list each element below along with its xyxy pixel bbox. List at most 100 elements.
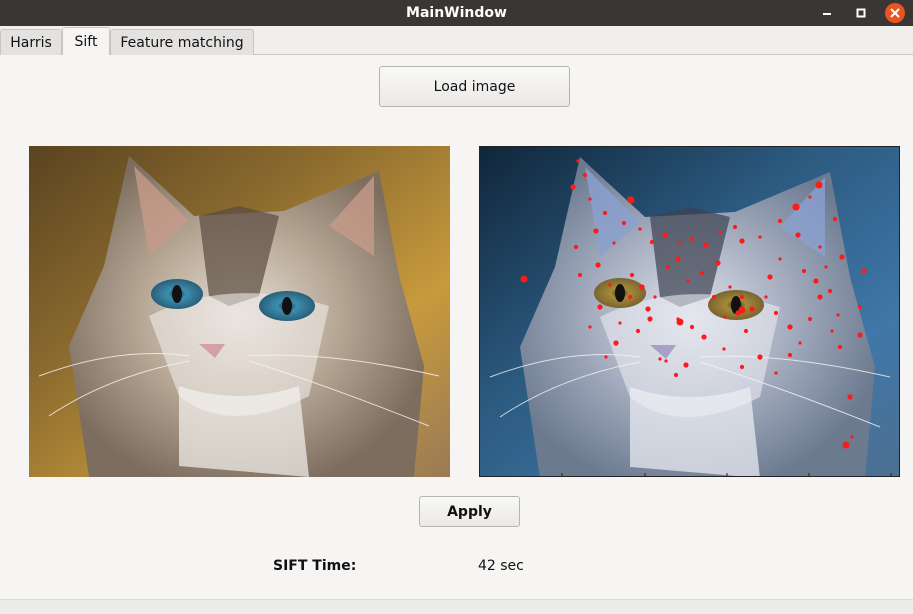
keypoint-dot bbox=[649, 239, 655, 245]
keypoint-dot bbox=[787, 324, 793, 330]
keypoint-dot bbox=[715, 260, 721, 266]
keypoint-dot bbox=[738, 306, 746, 314]
keypoint-dot bbox=[722, 347, 726, 351]
keypoint-dot bbox=[638, 227, 642, 231]
keypoint-dot bbox=[739, 294, 745, 300]
keypoint-dot bbox=[673, 372, 679, 378]
window-titlebar: MainWindow bbox=[0, 0, 913, 26]
window-title: MainWindow bbox=[406, 5, 507, 21]
keypoint-dot bbox=[818, 245, 822, 249]
keypoint-dot bbox=[612, 241, 616, 245]
keypoint-dot bbox=[703, 242, 709, 248]
close-icon bbox=[890, 8, 900, 18]
keypoint-dot bbox=[689, 324, 695, 330]
keypoint-dot bbox=[689, 236, 695, 242]
keypoint-dot bbox=[842, 441, 850, 449]
keypoint-dot bbox=[839, 254, 845, 260]
keypoint-dot bbox=[686, 279, 690, 283]
keypoint-dot bbox=[777, 218, 783, 224]
keypoint-dot bbox=[645, 306, 651, 312]
keypoint-dot bbox=[795, 232, 801, 238]
keypoint-dot bbox=[847, 394, 853, 400]
tab-content-sift: Load image Apply SIFT Time: 42 sec bbox=[0, 55, 913, 599]
keypoint-dot bbox=[832, 216, 838, 222]
keypoint-dot bbox=[857, 332, 863, 338]
keypoint-dot bbox=[665, 264, 671, 270]
keypoint-dot bbox=[764, 295, 768, 299]
keypoint-dot bbox=[699, 270, 705, 276]
keypoint-dot bbox=[608, 283, 612, 287]
keypoint-dot bbox=[815, 181, 823, 189]
tab-feature-matching[interactable]: Feature matching bbox=[110, 29, 254, 55]
keypoint-dot bbox=[861, 268, 867, 274]
keypoint-dot bbox=[728, 285, 732, 289]
close-button[interactable] bbox=[885, 3, 905, 23]
keypoint-dot bbox=[739, 238, 745, 244]
tab-bar: Harris Sift Feature matching bbox=[0, 26, 913, 56]
keypoint-dot bbox=[602, 210, 608, 216]
keypoint-dot bbox=[639, 284, 645, 290]
keypoint-dot bbox=[850, 435, 854, 439]
keypoint-dot bbox=[774, 371, 778, 375]
keypoint-dot bbox=[627, 294, 633, 300]
keypoint-dot bbox=[595, 262, 601, 268]
keypoint-dot bbox=[613, 340, 619, 346]
keypoint-dot bbox=[767, 274, 773, 280]
keypoint-dot bbox=[658, 357, 662, 361]
keypoint-dot bbox=[676, 318, 684, 326]
maximize-button[interactable] bbox=[851, 3, 871, 23]
keypoint-dot bbox=[664, 359, 668, 363]
keypoint-dot bbox=[573, 244, 579, 250]
original-image bbox=[29, 146, 450, 477]
keypoint-dot bbox=[635, 328, 641, 334]
keypoint-dot bbox=[675, 256, 681, 262]
keypoint-dot bbox=[743, 328, 749, 334]
keypoint-dot bbox=[604, 355, 608, 359]
keypoint-dot bbox=[817, 294, 823, 300]
status-bar bbox=[0, 599, 913, 614]
keypoint-dot bbox=[520, 275, 528, 283]
minimize-button[interactable] bbox=[817, 3, 837, 23]
keypoint-dot bbox=[807, 316, 813, 322]
tab-sift[interactable]: Sift bbox=[62, 27, 110, 56]
keypoint-dot bbox=[813, 278, 819, 284]
keypoint-dot bbox=[618, 321, 622, 325]
keypoint-dot bbox=[577, 272, 583, 278]
keypoint-dot bbox=[778, 257, 782, 261]
keypoint-dot bbox=[621, 220, 627, 226]
maximize-icon bbox=[856, 8, 866, 18]
keypoint-dot bbox=[701, 334, 707, 340]
keypoint-dot bbox=[723, 315, 727, 319]
keypoint-dot bbox=[653, 295, 657, 299]
keypoint-dot bbox=[757, 354, 763, 360]
sift-result-image bbox=[479, 146, 900, 477]
keypoint-dot bbox=[827, 288, 833, 294]
keypoint-dot bbox=[629, 272, 635, 278]
keypoint-dot bbox=[837, 344, 843, 350]
keypoint-dot bbox=[732, 224, 738, 230]
keypoint-dot bbox=[627, 196, 635, 204]
sift-time-label: SIFT Time: bbox=[273, 558, 357, 574]
tab-harris[interactable]: Harris bbox=[0, 29, 62, 55]
keypoint-dot bbox=[570, 184, 576, 190]
keypoint-dot bbox=[773, 310, 779, 316]
load-image-button[interactable]: Load image bbox=[379, 66, 570, 107]
sift-time-value: 42 sec bbox=[478, 558, 524, 574]
keypoint-dot bbox=[758, 235, 762, 239]
keypoint-dot bbox=[597, 304, 603, 310]
keypoint-dot bbox=[808, 195, 812, 199]
keypoint-dot bbox=[588, 325, 592, 329]
keypoint-dot bbox=[792, 203, 800, 211]
keypoint-dot bbox=[647, 316, 653, 322]
keypoint-dot bbox=[857, 304, 863, 310]
keypoint-dot bbox=[711, 294, 717, 300]
keypoint-dot bbox=[749, 306, 755, 312]
apply-button[interactable]: Apply bbox=[419, 496, 520, 527]
keypoint-dot bbox=[787, 352, 793, 358]
keypoint-dot bbox=[801, 268, 807, 274]
keypoint-dot bbox=[718, 231, 722, 235]
keypoint-dot bbox=[593, 228, 599, 234]
minimize-icon bbox=[823, 13, 831, 15]
keypoint-dot bbox=[739, 364, 745, 370]
keypoint-dot bbox=[683, 362, 689, 368]
